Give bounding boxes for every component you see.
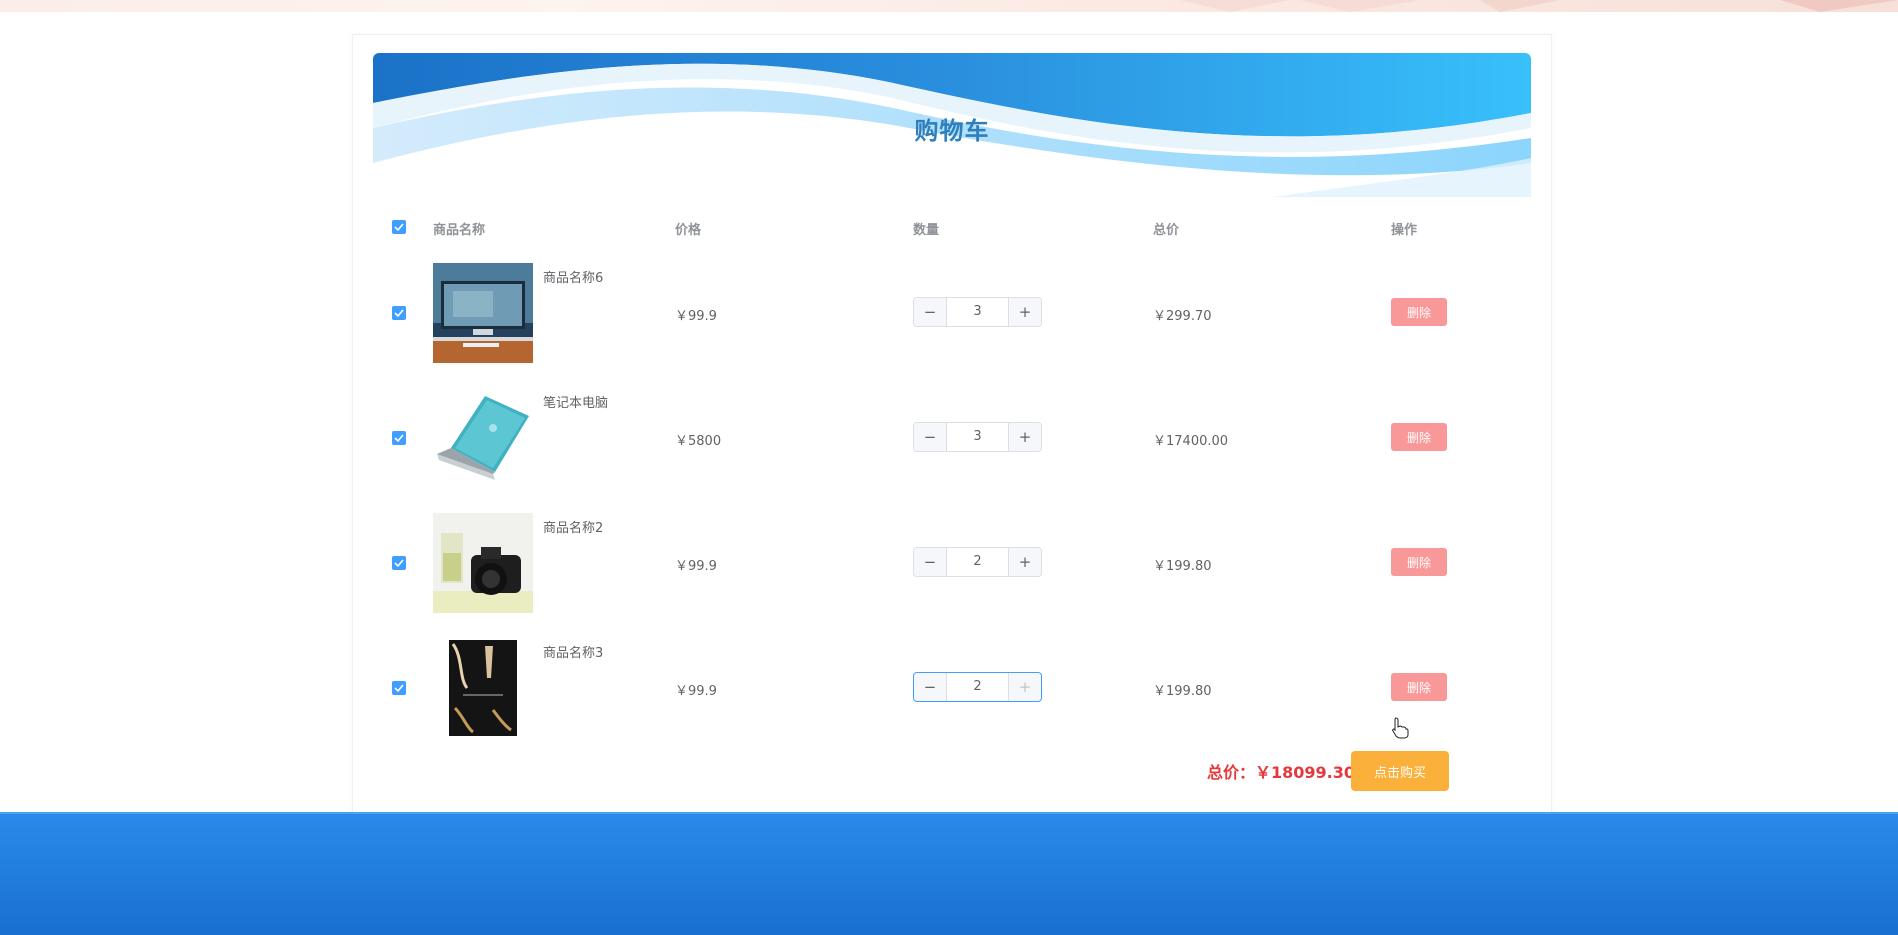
product-price: ￥5800 — [675, 434, 722, 449]
row-total: ￥17400.00 — [1153, 434, 1229, 449]
row-total: ￥299.70 — [1153, 309, 1212, 324]
quantity-stepper: − 3 + — [913, 422, 1042, 452]
delete-button[interactable]: 删除 — [1391, 673, 1447, 701]
cart-card: 购物车 商品名称 价格 数量 总价 操作 商品名称6 ￥99.9 − 3 + ￥… — [352, 34, 1552, 813]
table-row: 笔记本电脑 ￥5800 − 3 + ￥17400.00 删除 — [353, 388, 1551, 513]
product-image-book[interactable] — [433, 638, 533, 738]
decrease-button[interactable]: − — [914, 673, 947, 701]
product-name: 商品名称3 — [543, 646, 604, 661]
increase-button[interactable]: + — [1008, 673, 1041, 701]
product-name: 商品名称6 — [543, 271, 604, 286]
plus-icon: + — [1018, 428, 1032, 446]
quantity-stepper: − 2 + — [913, 547, 1042, 577]
product-image-camera[interactable] — [433, 513, 533, 613]
book-cover-illustration — [433, 638, 533, 738]
check-icon — [394, 434, 404, 442]
minus-icon: − — [923, 553, 937, 571]
decrease-button[interactable]: − — [914, 548, 947, 576]
delete-button[interactable]: 删除 — [1391, 298, 1447, 326]
buy-button[interactable]: 点击购买 — [1351, 751, 1449, 791]
quantity-stepper: − 3 + — [913, 297, 1042, 327]
product-name: 商品名称2 — [543, 521, 604, 536]
cart-banner: 购物车 — [373, 53, 1531, 197]
header-total: 总价 — [1153, 223, 1180, 238]
delete-button[interactable]: 删除 — [1391, 548, 1447, 576]
header-price: 价格 — [675, 223, 702, 238]
top-decor-pattern — [1180, 0, 1898, 12]
top-decor-strip — [0, 0, 1898, 12]
quantity-input[interactable]: 3 — [947, 298, 1008, 326]
product-price: ￥99.9 — [675, 684, 717, 699]
table-row: 商品名称3 ￥99.9 − 2 + ￥199.80 删除 — [353, 638, 1551, 763]
plus-icon: + — [1018, 553, 1032, 571]
page-title: 购物车 — [914, 117, 990, 145]
product-price: ￥99.9 — [675, 309, 717, 324]
table-row: 商品名称2 ￥99.9 − 2 + ￥199.80 删除 — [353, 513, 1551, 638]
check-icon — [394, 223, 404, 231]
increase-button[interactable]: + — [1008, 423, 1041, 451]
plus-icon: + — [1018, 303, 1032, 321]
minus-icon: − — [923, 678, 937, 696]
camera-illustration — [433, 513, 533, 613]
header-action: 操作 — [1391, 223, 1418, 238]
product-price: ￥99.9 — [675, 559, 717, 574]
check-icon — [394, 559, 404, 567]
product-image-laptop[interactable] — [433, 388, 533, 488]
product-image-monitor[interactable] — [433, 263, 533, 363]
decrease-button[interactable]: − — [914, 423, 947, 451]
row-checkbox[interactable] — [392, 681, 406, 695]
laptop-illustration — [433, 388, 533, 488]
row-checkbox[interactable] — [392, 556, 406, 570]
product-name: 笔记本电脑 — [543, 396, 609, 411]
check-icon — [394, 309, 404, 317]
minus-icon: − — [923, 303, 937, 321]
page-footer — [0, 812, 1898, 935]
header-quantity: 数量 — [913, 223, 940, 238]
quantity-stepper: − 2 + — [913, 672, 1042, 702]
increase-button[interactable]: + — [1008, 548, 1041, 576]
quantity-input[interactable]: 3 — [947, 423, 1008, 451]
table-row: 商品名称6 ￥99.9 − 3 + ￥299.70 删除 — [353, 263, 1551, 388]
row-total: ￥199.80 — [1153, 684, 1212, 699]
hand-cursor-icon — [1392, 717, 1409, 739]
header-name: 商品名称 — [433, 223, 486, 238]
plus-icon: + — [1018, 678, 1032, 696]
check-icon — [394, 684, 404, 692]
quantity-input[interactable]: 2 — [947, 548, 1008, 576]
row-total: ￥199.80 — [1153, 559, 1212, 574]
row-checkbox[interactable] — [392, 306, 406, 320]
monitor-illustration — [433, 263, 533, 363]
decrease-button[interactable]: − — [914, 298, 947, 326]
grand-total: 总价：￥18099.30 — [1207, 763, 1356, 782]
increase-button[interactable]: + — [1008, 298, 1041, 326]
row-checkbox[interactable] — [392, 431, 406, 445]
minus-icon: − — [923, 428, 937, 446]
select-all-checkbox[interactable] — [392, 220, 406, 234]
delete-button[interactable]: 删除 — [1391, 423, 1447, 451]
quantity-input[interactable]: 2 — [947, 673, 1008, 701]
